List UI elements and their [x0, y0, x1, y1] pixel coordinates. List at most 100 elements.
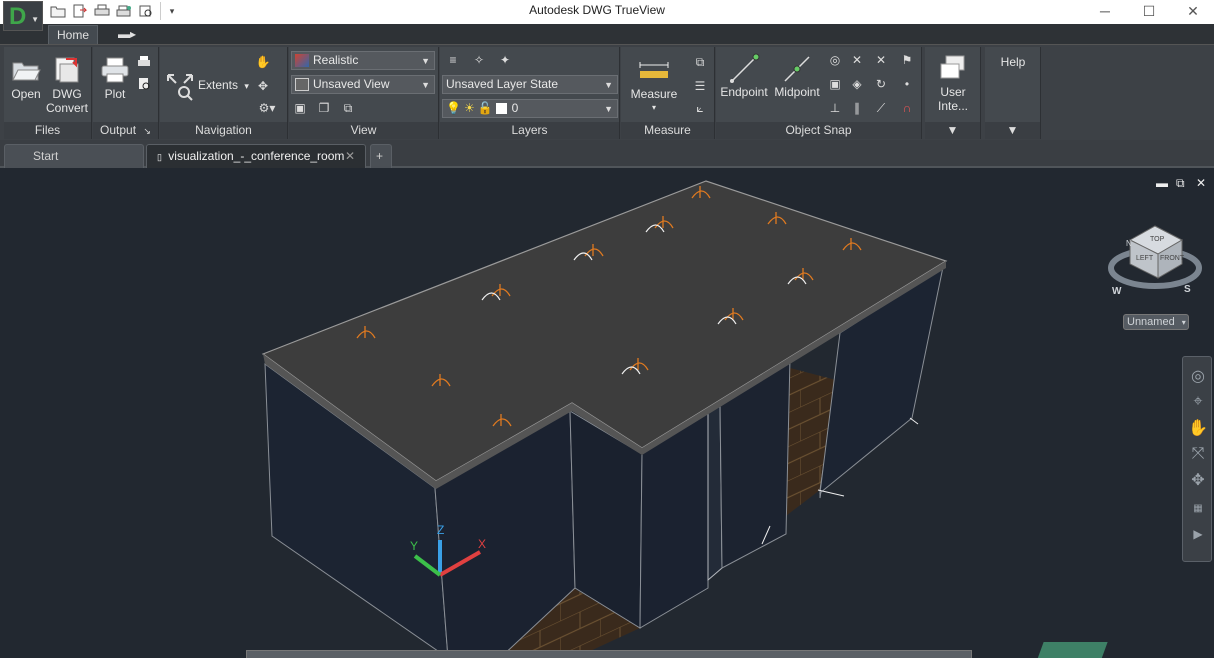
endpoint-icon	[728, 53, 760, 83]
snap-settings-icon[interactable]: ⚑	[898, 51, 916, 69]
pan-hand-icon[interactable]: ✋	[254, 53, 272, 71]
view-panel-title: View	[289, 122, 438, 139]
windows-icon	[937, 53, 969, 83]
dwg-convert-button[interactable]: DWG Convert	[44, 55, 90, 115]
parallel-snap-icon[interactable]: ∥	[848, 99, 866, 117]
apparent-intersection-icon[interactable]: ✕	[872, 51, 890, 69]
application-menu-button[interactable]: D ▼	[3, 1, 43, 31]
plot-preview-icon[interactable]	[135, 75, 153, 93]
zoom-extents-icon[interactable]: ⤧	[1187, 443, 1209, 465]
quadrant-snap-icon[interactable]: ◈	[848, 75, 866, 93]
layer-state-value: Unsaved Layer State	[446, 77, 559, 91]
batch-plot-icon[interactable]	[135, 53, 153, 71]
files-panel-title: Files	[4, 122, 91, 139]
node-snap-icon[interactable]: ▣	[826, 75, 844, 93]
help-button[interactable]: Help	[985, 55, 1041, 69]
midpoint-snap-button[interactable]: Midpoint	[770, 53, 824, 99]
viewcube-left-label: LEFT	[1136, 255, 1154, 262]
named-view-value: Unsaved View	[313, 77, 390, 91]
layer-state-dropdown[interactable]: Unsaved Layer State ▼	[442, 75, 618, 94]
measure-button[interactable]: Measure ▾	[627, 55, 681, 115]
id-point-icon[interactable]: ⟀	[691, 99, 709, 117]
layer-isolate-icon[interactable]: ✧	[470, 51, 488, 69]
ucs-z-label: Z	[437, 523, 444, 537]
endpoint-snap-button[interactable]: Endpoint	[718, 53, 770, 99]
extents-dropdown[interactable]: Extents ▾	[198, 78, 249, 92]
ruler-icon	[638, 55, 670, 85]
visual-style-dropdown[interactable]: Realistic ▼	[291, 51, 435, 70]
viewport-minimize-icon[interactable]: ▬	[1156, 176, 1168, 190]
dialog-launcher-icon[interactable]: ↘	[143, 126, 151, 136]
layer-dropdown[interactable]: 💡 ☀ 🔓 0 ▼	[442, 99, 618, 118]
pan-hand-icon[interactable]: ✋	[1187, 417, 1209, 439]
tangent-snap-icon[interactable]: ↻	[872, 75, 890, 93]
help-panel: Help ▼	[985, 47, 1041, 139]
close-tab-icon[interactable]: ✕	[345, 145, 355, 167]
showmotion-icon[interactable]: ▶	[1187, 523, 1209, 545]
user-interface-panel: User Inte... ▼	[925, 47, 981, 139]
start-tab-label: Start	[33, 149, 59, 163]
layer-properties-icon[interactable]: ≡	[444, 51, 462, 69]
showmotion-icon[interactable]: ⚙▾	[254, 99, 280, 117]
compass-n: N	[1126, 239, 1132, 248]
perpendicular-snap-icon[interactable]: ⊥	[826, 99, 844, 117]
model-canvas[interactable]: Z X Y TOP LEFT FRONT W S N	[0, 168, 1214, 658]
viewport-icon[interactable]: ▣	[291, 99, 309, 117]
drawing-viewport[interactable]: Z X Y TOP LEFT FRONT W S N ▬ ⧉ ✕ Unnamed…	[0, 168, 1214, 658]
chevron-down-icon: ▼	[31, 15, 39, 24]
viewport-close-icon[interactable]: ✕	[1196, 176, 1206, 190]
osnap-toggle-icon[interactable]: ∩	[898, 99, 916, 117]
command-line[interactable]	[246, 650, 972, 658]
viewport-restore-icon[interactable]: ⧉	[1176, 176, 1185, 191]
unlock-icon: 🔓	[477, 101, 493, 115]
user-interface-button[interactable]: User Inte...	[925, 53, 981, 113]
cube-view-icon[interactable]: ❐	[315, 99, 333, 117]
layers-panel: ≡ ✧ ✦ Unsaved Layer State ▼ 💡 ☀ 🔓 0 ▼ La…	[440, 47, 620, 139]
intersection-snap-icon[interactable]: ✕	[848, 51, 866, 69]
viewcube[interactable]: TOP LEFT FRONT W S N	[1108, 225, 1202, 297]
chevron-down-icon: ▼	[604, 80, 613, 90]
viewcube-front-label: FRONT	[1160, 255, 1185, 262]
center-snap-icon[interactable]: ◎	[826, 51, 844, 69]
zoom-window-icon[interactable]: ⌖	[1187, 391, 1209, 413]
lightbulb-icon: 💡	[446, 101, 461, 115]
plot-label: Plot	[104, 87, 126, 101]
doc-tab-conference-room[interactable]: ▯ visualization_-_conference_room ✕	[146, 144, 366, 168]
minimize-icon[interactable]: ─	[1082, 0, 1128, 22]
list-icon[interactable]: ☰	[691, 77, 709, 95]
view-grid-icon[interactable]: ▦	[1187, 497, 1209, 519]
dwg-label: DWG	[52, 87, 82, 101]
steering-wheel-icon[interactable]: ◎	[1187, 365, 1209, 387]
navigation-panel-title: Navigation	[160, 122, 287, 139]
midpoint-icon	[781, 53, 813, 83]
orbit-icon[interactable]: ✥	[1187, 469, 1209, 491]
restore-view-icon[interactable]: ⧉	[339, 99, 357, 117]
layer-unisolate-icon[interactable]: ✦	[496, 51, 514, 69]
quick-measure-icon[interactable]: ⧉	[691, 53, 709, 71]
insertion-snap-icon[interactable]: •	[898, 75, 916, 93]
status-corner-indicator	[1036, 642, 1108, 658]
orbit-icon[interactable]: ✥	[254, 77, 272, 95]
layers-panel-title: Layers	[440, 122, 619, 139]
user-interface-expand-icon[interactable]: ▼	[925, 122, 980, 139]
ucs-dropdown[interactable]: Unnamed ▾	[1123, 314, 1189, 330]
doc-tab-start[interactable]: Start	[4, 144, 144, 168]
object-snap-panel: Endpoint Midpoint ◎ ✕ ✕ ⚑ ▣ ◈ ↻ • ⊥ ∥ ⟋ …	[716, 47, 922, 139]
nearest-snap-icon[interactable]: ⟋	[872, 99, 890, 117]
realistic-style-icon	[295, 54, 309, 67]
plot-button[interactable]: Plot	[95, 55, 135, 101]
tab-video[interactable]: ▬▸	[110, 25, 144, 44]
current-layer-value: 0	[511, 101, 519, 115]
open-button[interactable]: Open	[6, 55, 46, 101]
maximize-icon[interactable]: ☐	[1126, 0, 1172, 22]
chevron-down-icon: ▼	[421, 80, 430, 90]
help-expand-icon[interactable]: ▼	[985, 122, 1040, 139]
view-panel: Realistic ▼ Unsaved View ▼ ▣ ❐ ⧉ View	[289, 47, 439, 139]
plus-icon: +	[376, 149, 384, 163]
named-view-dropdown[interactable]: Unsaved View ▼	[291, 75, 435, 94]
close-icon[interactable]: ✕	[1170, 0, 1214, 22]
window-title: Autodesk DWG TrueView	[529, 3, 665, 17]
tab-home[interactable]: Home	[48, 25, 99, 44]
new-tab-button[interactable]: +	[370, 144, 392, 168]
zoom-extents-icon[interactable]	[164, 71, 196, 103]
